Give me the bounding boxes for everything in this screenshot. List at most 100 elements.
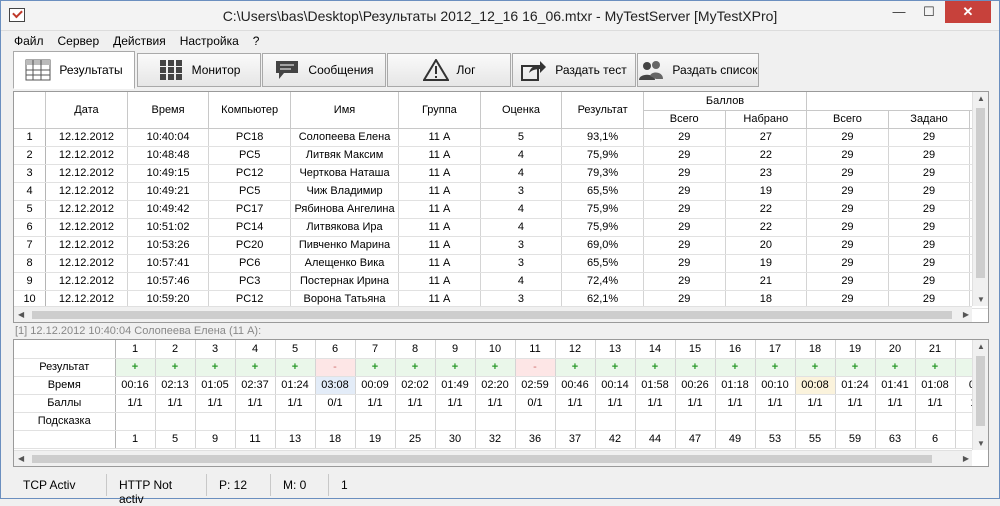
row-number[interactable]: 4 xyxy=(14,182,47,201)
question-hint[interactable] xyxy=(715,412,756,431)
question-result[interactable]: + xyxy=(235,358,276,377)
table-cell[interactable]: 29 xyxy=(806,254,889,273)
table-cell[interactable]: 23 xyxy=(725,164,808,183)
question-score[interactable]: 1/1 xyxy=(795,394,836,413)
question-result[interactable]: + xyxy=(395,358,436,377)
table-row[interactable]: 8 12.12.2012 10:57:41 PC6 Алещенко Вика 11 А3… xyxy=(14,254,988,273)
table-cell[interactable]: 29 xyxy=(643,146,726,165)
question-score[interactable]: 1/1 xyxy=(275,394,316,413)
question-time[interactable]: 03:08 xyxy=(315,376,356,395)
table-cell[interactable]: 12.12.2012 xyxy=(45,236,128,255)
table-cell[interactable]: 11 А xyxy=(398,146,481,165)
table-cell[interactable]: 10:48:48 xyxy=(127,146,210,165)
table-cell[interactable]: 29 xyxy=(888,254,971,273)
table-row[interactable]: 2 12.12.2012 10:48:48 PC5 Литвяк Максим 11 А4… xyxy=(14,146,988,165)
question-time[interactable]: 00:10 xyxy=(755,376,796,395)
question-id[interactable]: 49 xyxy=(715,430,756,449)
question-result[interactable]: + xyxy=(635,358,676,377)
question-hint[interactable] xyxy=(795,412,836,431)
question-hint[interactable] xyxy=(315,412,356,431)
table-cell[interactable]: 69,0% xyxy=(561,236,644,255)
table-cell[interactable]: 12.12.2012 xyxy=(45,272,128,291)
question-id[interactable]: 63 xyxy=(875,430,916,449)
table-cell[interactable]: Литвякова Ира xyxy=(290,218,400,237)
question-score[interactable]: 1/1 xyxy=(435,394,476,413)
question-id[interactable]: 44 xyxy=(635,430,676,449)
table-cell[interactable]: 29 xyxy=(888,272,971,291)
question-score[interactable]: 1/1 xyxy=(195,394,236,413)
table-cell[interactable]: 29 xyxy=(806,164,889,183)
menu-actions[interactable]: Действия xyxy=(106,34,173,48)
table-cell[interactable]: PC20 xyxy=(208,236,291,255)
question-number[interactable]: 4 xyxy=(235,340,276,359)
row-number[interactable]: 5 xyxy=(14,200,47,219)
table-cell[interactable]: 29 xyxy=(888,218,971,237)
question-hint[interactable] xyxy=(435,412,476,431)
question-hint[interactable] xyxy=(235,412,276,431)
table-row[interactable]: 7 12.12.2012 10:53:26 PC20 Пивченко Марина 11… xyxy=(14,236,988,255)
table-cell[interactable]: 21 xyxy=(725,272,808,291)
question-score[interactable]: 1/1 xyxy=(155,394,196,413)
col-header-result[interactable]: Результат xyxy=(561,92,644,129)
table-cell[interactable]: 12.12.2012 xyxy=(45,128,128,147)
table-cell[interactable]: 11 А xyxy=(398,164,481,183)
row-label[interactable]: Подсказка xyxy=(14,412,116,431)
question-id[interactable]: 19 xyxy=(355,430,396,449)
question-number[interactable]: 12 xyxy=(555,340,596,359)
col-header-grade[interactable]: Оценка xyxy=(480,92,563,129)
row-label[interactable] xyxy=(14,430,116,449)
col-header-name[interactable]: Имя xyxy=(290,92,400,129)
table-cell[interactable]: 29 xyxy=(806,218,889,237)
question-id[interactable]: 6 xyxy=(915,430,956,449)
table-cell[interactable]: 11 А xyxy=(398,254,481,273)
table-cell[interactable]: 29 xyxy=(643,200,726,219)
question-number[interactable]: 3 xyxy=(195,340,236,359)
question-number[interactable]: 16 xyxy=(715,340,756,359)
question-id[interactable]: 47 xyxy=(675,430,716,449)
question-id[interactable]: 13 xyxy=(275,430,316,449)
question-result[interactable]: + xyxy=(755,358,796,377)
table-cell[interactable]: 29 xyxy=(643,182,726,201)
question-time[interactable]: 01:58 xyxy=(635,376,676,395)
question-result[interactable]: + xyxy=(475,358,516,377)
question-id[interactable]: 37 xyxy=(555,430,596,449)
col-header-questions-given[interactable]: Задано xyxy=(888,110,971,129)
col-header-points-scored[interactable]: Набрано xyxy=(725,110,808,129)
table-cell[interactable]: 29 xyxy=(888,146,971,165)
question-hint[interactable] xyxy=(875,412,916,431)
table-cell[interactable]: 29 xyxy=(643,218,726,237)
questions-horizontal-scrollbar[interactable]: ◀ ▶ xyxy=(14,450,972,466)
table-cell[interactable]: Рябинова Ангелина xyxy=(290,200,400,219)
tab-distribute-test[interactable]: Раздать тест xyxy=(512,53,636,87)
results-grid[interactable]: Дата Время Компьютер Имя Группа Оценка Р… xyxy=(13,91,989,323)
question-time[interactable]: 01:41 xyxy=(875,376,916,395)
question-time[interactable]: 00:14 xyxy=(595,376,636,395)
table-cell[interactable]: 4 xyxy=(480,164,563,183)
tab-results[interactable]: Результаты xyxy=(13,51,135,89)
table-cell[interactable]: 10:49:42 xyxy=(127,200,210,219)
question-score[interactable]: 1/1 xyxy=(835,394,876,413)
questions-vertical-scrollbar[interactable]: ▲ ▼ xyxy=(972,340,988,450)
table-cell[interactable]: 75,9% xyxy=(561,218,644,237)
table-cell[interactable]: 10:49:21 xyxy=(127,182,210,201)
table-cell[interactable]: 4 xyxy=(480,218,563,237)
question-number[interactable]: 13 xyxy=(595,340,636,359)
table-cell[interactable]: 4 xyxy=(480,200,563,219)
question-score[interactable]: 0/1 xyxy=(515,394,556,413)
table-cell[interactable]: 29 xyxy=(806,272,889,291)
question-hint[interactable] xyxy=(395,412,436,431)
table-cell[interactable]: 19 xyxy=(725,182,808,201)
question-id[interactable]: 53 xyxy=(755,430,796,449)
question-hint[interactable] xyxy=(115,412,156,431)
question-id[interactable]: 11 xyxy=(235,430,276,449)
question-hint[interactable] xyxy=(155,412,196,431)
row-number[interactable]: 7 xyxy=(14,236,47,255)
table-cell[interactable]: 29 xyxy=(643,164,726,183)
table-row[interactable]: 4 12.12.2012 10:49:21 PC5 Чиж Владимир 11 А36… xyxy=(14,182,988,201)
question-result[interactable]: + xyxy=(155,358,196,377)
question-number[interactable]: 14 xyxy=(635,340,676,359)
question-id[interactable]: 9 xyxy=(195,430,236,449)
question-number[interactable]: 21 xyxy=(915,340,956,359)
table-cell[interactable]: 22 xyxy=(725,146,808,165)
question-id[interactable]: 36 xyxy=(515,430,556,449)
